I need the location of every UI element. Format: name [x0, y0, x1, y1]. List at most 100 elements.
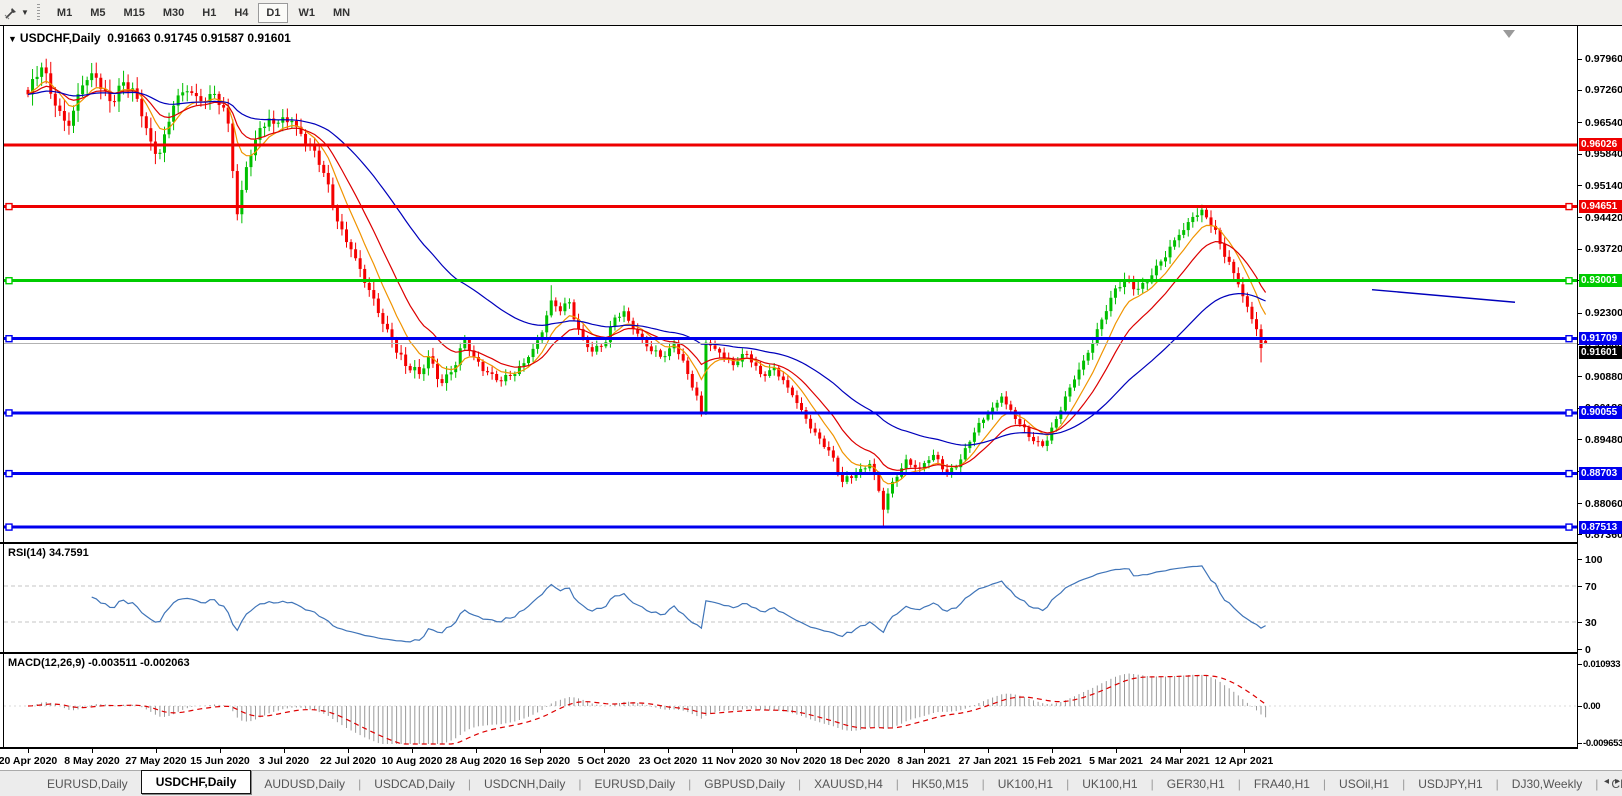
chart-cursor-icon[interactable]	[2, 4, 20, 22]
chart-tab[interactable]: FRA40,H1	[1241, 773, 1323, 795]
level-price-label: 0.94651	[1579, 200, 1622, 213]
price-axis[interactable]: 0.979600.972600.965400.958400.951400.944…	[1577, 26, 1622, 749]
chart-tab-bar: EURUSD,DailyUSDCHF,DailyAUDUSD,Daily|USD…	[0, 770, 1622, 796]
price-tick-mark	[1578, 376, 1582, 377]
date-label: 11 Nov 2020	[702, 755, 762, 767]
price-tick-mark	[1578, 122, 1582, 123]
chart-tab[interactable]: USOil,H1	[1326, 773, 1402, 795]
timeframe-button-h1[interactable]: H1	[194, 3, 224, 23]
date-tick-mark	[284, 749, 285, 753]
rsi-tick-mark	[1578, 559, 1582, 560]
price-tick-mark	[1578, 249, 1582, 250]
chart-tab[interactable]: UK100,H1	[1069, 773, 1150, 795]
date-tick-mark	[1180, 749, 1181, 753]
date-tick-mark	[1116, 749, 1117, 753]
timeframe-button-m1[interactable]: M1	[49, 3, 80, 23]
tab-scroll-right-icon[interactable]: ▸	[1615, 776, 1620, 787]
price-tick: 0.97960	[1585, 53, 1622, 65]
chart-left-border	[3, 26, 4, 749]
price-tick: 0.95140	[1585, 180, 1622, 192]
date-label: 5 Oct 2020	[578, 755, 631, 767]
chart-tab[interactable]: USDCNH,Daily	[471, 773, 578, 795]
date-label: 10 Aug 2020	[382, 755, 443, 767]
chart-tab[interactable]: AUDUSD,Daily	[251, 773, 358, 795]
rsi-value: 34.7591	[49, 547, 89, 559]
macd-tick: -0.009653	[1583, 738, 1622, 749]
chart-tab[interactable]: EURUSD,Daily	[581, 773, 688, 795]
rsi-tick: 0	[1585, 644, 1591, 656]
date-tick-mark	[668, 749, 669, 753]
price-tick-mark	[1578, 534, 1582, 535]
chart-tab[interactable]: USDJPY,H1	[1405, 773, 1495, 795]
timeframe-button-m30[interactable]: M30	[155, 3, 192, 23]
price-tick-mark	[1578, 90, 1582, 91]
date-tick-mark	[796, 749, 797, 753]
timeframe-buttons: M1M5M15M30H1H4D1W1MN	[48, 3, 359, 23]
date-tick-mark	[860, 749, 861, 753]
date-label: 28 Aug 2020	[446, 755, 507, 767]
timeframe-button-m5[interactable]: M5	[82, 3, 113, 23]
chart-tab[interactable]: USDCHF,Daily	[141, 770, 252, 794]
rsi-tick-mark	[1578, 649, 1582, 650]
timeframe-toolbar: ▼ M1M5M15M30H1H4D1W1MN	[0, 0, 1622, 26]
price-tick: 0.90880	[1585, 371, 1622, 383]
candles-group	[4, 30, 1577, 530]
chart-window: ▼USDCHF,Daily 0.91663 0.91745 0.91587 0.…	[0, 25, 1622, 771]
chart-menu-caret-icon[interactable]: ▼	[8, 34, 17, 44]
dropdown-arrow-icon[interactable]: ▼	[21, 8, 29, 17]
date-tick-mark	[1244, 749, 1245, 753]
price-tick-mark	[1578, 59, 1582, 60]
panel-separator[interactable]	[0, 652, 1622, 654]
level-price-label: 0.88703	[1579, 467, 1622, 480]
date-label: 3 Jul 2020	[259, 755, 309, 767]
macd-histogram-group	[4, 674, 1577, 745]
price-tick: 0.96540	[1585, 117, 1622, 129]
date-axis[interactable]: 20 Apr 2020 8 May 2020 27 May 2020 15 Ju…	[0, 749, 1622, 771]
chart-tab[interactable]: EURUSD,Daily	[34, 773, 141, 795]
chart-tab[interactable]: XAUUSD,H4	[801, 773, 896, 795]
rsi-indicator-plot[interactable]	[3, 544, 1577, 654]
price-tick: 0.93720	[1585, 243, 1622, 255]
rsi-label: RSI(14) 34.7591	[8, 547, 89, 559]
chart-tab[interactable]: UK100,H1	[985, 773, 1066, 795]
panel-separator[interactable]	[0, 542, 1622, 544]
level-price-label: 0.93001	[1579, 274, 1622, 287]
tab-scroll-left-icon[interactable]: ◂	[1604, 776, 1609, 787]
trading-terminal: ▼ M1M5M15M30H1H4D1W1MN ▼USDCHF,Daily 0.9…	[0, 0, 1622, 796]
current-price-label: 0.91601	[1579, 346, 1622, 359]
macd-tick: 0.00	[1583, 701, 1600, 712]
date-label: 16 Sep 2020	[510, 755, 570, 767]
tab-scroll-controls: ◂ ▸	[1604, 776, 1620, 787]
date-tick-mark	[412, 749, 413, 753]
chart-tab[interactable]: GER30,H1	[1154, 773, 1238, 795]
date-tick-mark	[220, 749, 221, 753]
chart-title: ▼USDCHF,Daily 0.91663 0.91745 0.91587 0.…	[8, 31, 291, 45]
price-chart-plot[interactable]	[3, 27, 1577, 544]
timeframe-button-mn[interactable]: MN	[325, 3, 358, 23]
timeframe-button-d1[interactable]: D1	[258, 3, 288, 23]
price-tick: 0.88060	[1585, 498, 1622, 510]
chart-tab[interactable]: DJ30,Weekly	[1499, 773, 1595, 795]
chart-tab[interactable]: HK50,M15	[899, 773, 982, 795]
price-tick-mark	[1578, 154, 1582, 155]
timeframe-button-w1[interactable]: W1	[290, 3, 323, 23]
timeframe-button-m15[interactable]: M15	[115, 3, 152, 23]
date-tick-mark	[92, 749, 93, 753]
date-label: 15 Jun 2020	[190, 755, 250, 767]
date-label: 20 Apr 2020	[0, 755, 57, 767]
toolbar-grip[interactable]	[37, 4, 40, 22]
rsi-tick: 30	[1585, 617, 1597, 629]
rsi-tick-mark	[1578, 622, 1582, 623]
date-label: 22 Jul 2020	[320, 755, 376, 767]
price-tick-mark	[1578, 503, 1582, 504]
macd-value: -0.003511 -0.002063	[88, 657, 190, 669]
rsi-tick: 70	[1585, 581, 1597, 593]
chart-tab[interactable]: USDCAD,Daily	[361, 773, 468, 795]
macd-tick: 0.010933	[1583, 659, 1620, 670]
timeframe-button-h4[interactable]: H4	[226, 3, 256, 23]
macd-indicator-plot[interactable]	[3, 654, 1577, 749]
chart-tab[interactable]: GBPUSD,Daily	[691, 773, 798, 795]
macd-tick-mark	[1578, 743, 1582, 744]
price-tick: 0.94420	[1585, 212, 1622, 224]
macd-tick-mark	[1578, 706, 1582, 707]
